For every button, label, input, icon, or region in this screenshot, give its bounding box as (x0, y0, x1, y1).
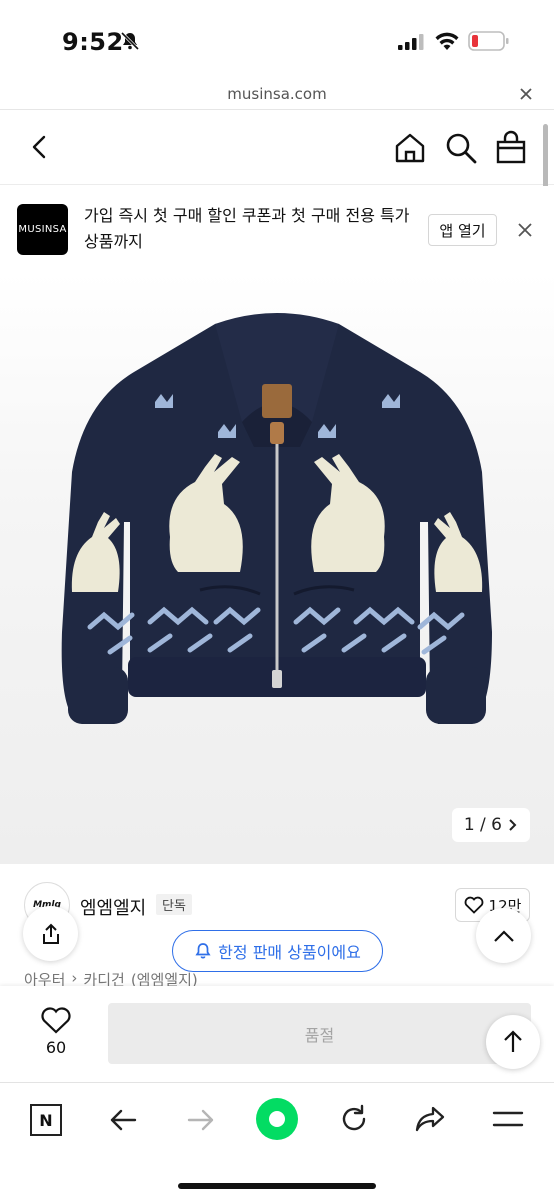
bell-off-icon (120, 31, 140, 51)
naver-n-button[interactable]: N (30, 1104, 62, 1136)
home-indicator[interactable] (178, 1183, 376, 1189)
battery-icon (468, 31, 509, 51)
refresh-icon[interactable] (338, 1103, 370, 1135)
image-counter-text: 1 / 6 (463, 815, 502, 835)
product-image[interactable]: 1 / 6 (0, 272, 554, 864)
bell-icon (195, 943, 211, 959)
forward-arrow-icon[interactable] (186, 1105, 216, 1135)
url-bar[interactable]: musinsa.com (0, 80, 554, 110)
musinsa-logo: MUSINSA (17, 204, 68, 255)
wifi-icon (435, 32, 459, 50)
arrow-up-icon (504, 1030, 522, 1052)
heart-icon[interactable] (40, 1006, 72, 1034)
promo-message: 가입 즉시 첫 구매 할인 쿠폰과 첫 구매 전용 특가 상품까지 (84, 206, 410, 251)
soldout-button[interactable]: 품절 (108, 1003, 531, 1064)
browser-toolbar: N (0, 1082, 554, 1200)
scroll-to-top-button[interactable] (486, 1015, 540, 1069)
close-icon[interactable] (517, 222, 533, 238)
limited-sale-notice: 한정 판매 상품이에요 (172, 930, 383, 972)
exclusive-badge: 단독 (156, 894, 192, 915)
chevron-right-icon (509, 819, 517, 831)
share-icon (42, 923, 59, 944)
status-bar: 9:52 (0, 0, 554, 80)
signal-icon (398, 34, 424, 50)
collapse-button[interactable] (476, 908, 531, 963)
heart-icon (464, 896, 483, 914)
close-icon[interactable] (518, 86, 534, 102)
app-header (0, 111, 554, 185)
chevron-up-icon (493, 929, 514, 942)
search-icon[interactable] (444, 131, 478, 165)
url-text[interactable]: musinsa.com (0, 85, 554, 103)
brand-name[interactable]: 엠엠엘지 (80, 894, 146, 920)
purchase-bar: 60 품절 (0, 986, 554, 1082)
limited-sale-text: 한정 판매 상품이에요 (218, 943, 361, 962)
product-info: Mmlg 엠엠엘지 단독 12만 한정 판매 상품이에요 아우터 › 카디건 (… (0, 864, 554, 1004)
home-icon[interactable] (393, 131, 427, 165)
menu-icon[interactable] (492, 1107, 524, 1131)
home-dot-icon (269, 1111, 285, 1127)
back-arrow-icon[interactable] (108, 1105, 138, 1135)
status-time: 9:52 (62, 28, 124, 56)
wish-count: 60 (45, 1038, 67, 1057)
back-arrow-icon[interactable] (26, 133, 54, 161)
open-app-button[interactable]: 앱 열기 (428, 214, 497, 246)
share-arrow-icon[interactable] (414, 1103, 446, 1135)
naver-home-button[interactable] (256, 1098, 298, 1140)
image-counter[interactable]: 1 / 6 (451, 808, 530, 842)
share-button[interactable] (23, 906, 78, 961)
cardigan-illustration (61, 313, 493, 724)
app-promo-banner: MUSINSA 가입 즉시 첫 구매 할인 쿠폰과 첫 구매 전용 특가 상품까… (0, 186, 554, 272)
shopping-bag-icon[interactable] (494, 129, 528, 165)
